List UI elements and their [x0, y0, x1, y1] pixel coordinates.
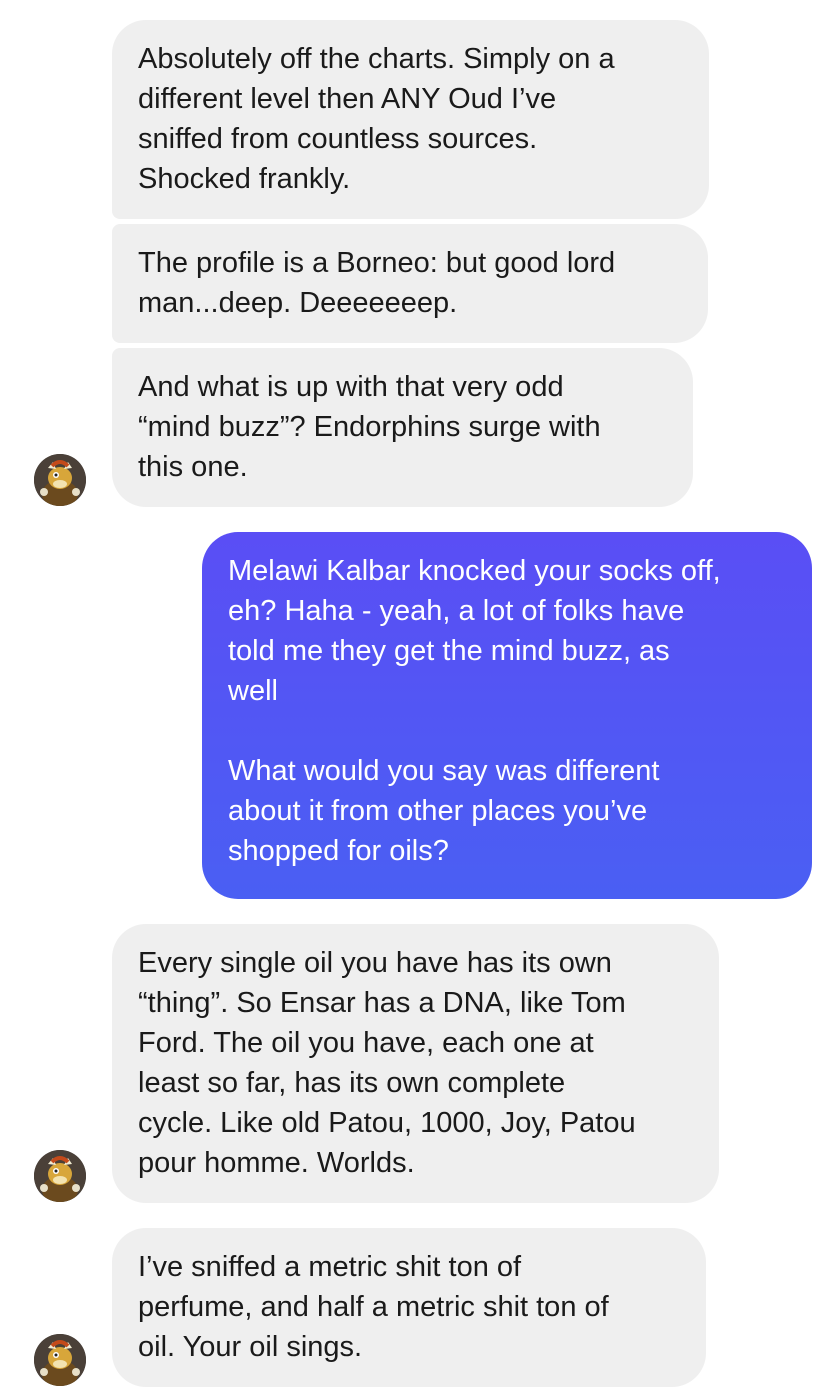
contact-avatar[interactable]: [34, 454, 86, 506]
message-bubble-incoming[interactable]: Every single oil you have has its own “t…: [112, 924, 719, 1203]
message-bubble-outgoing[interactable]: Melawi Kalbar knocked your socks off, eh…: [202, 532, 812, 899]
message-bubble-incoming[interactable]: And what is up with that very odd “mind …: [112, 348, 693, 507]
message-bubble-incoming[interactable]: I’ve sniffed a metric shit ton of perfum…: [112, 1228, 706, 1387]
bowser-figurine-avatar-icon: [34, 454, 86, 506]
message-bubble-incoming[interactable]: Absolutely off the charts. Simply on a d…: [112, 20, 709, 219]
message-bubble-incoming[interactable]: The profile is a Borneo: but good lord m…: [112, 224, 708, 343]
contact-avatar[interactable]: [34, 1334, 86, 1386]
bowser-figurine-avatar-icon: [34, 1334, 86, 1386]
contact-avatar[interactable]: [34, 1150, 86, 1202]
bowser-figurine-avatar-icon: [34, 1150, 86, 1202]
